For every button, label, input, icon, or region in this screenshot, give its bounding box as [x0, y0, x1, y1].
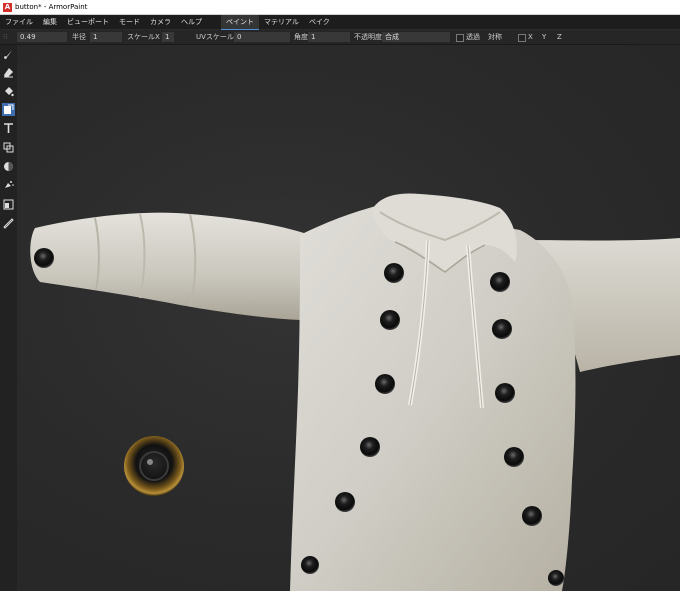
angle-label: 角度: [294, 33, 308, 41]
sleeve-button[interactable]: [34, 248, 54, 268]
viewport-3d[interactable]: [17, 45, 680, 591]
coat-button[interactable]: [490, 272, 510, 292]
bake-icon[interactable]: [2, 198, 15, 211]
coat-button[interactable]: [504, 447, 524, 467]
tab-bake[interactable]: ベイク: [304, 15, 335, 29]
hardness-field[interactable]: 0.49: [17, 32, 67, 42]
radius-field[interactable]: 1: [90, 32, 122, 42]
radius-label: 半径: [72, 33, 86, 41]
hoodie-model: [30, 193, 680, 591]
eraser-icon[interactable]: [2, 66, 15, 79]
transparent-label: 透過: [466, 33, 480, 41]
tab-material[interactable]: マテリアル: [259, 15, 304, 29]
coat-button[interactable]: [495, 383, 515, 403]
symmetry-y-label: Y: [542, 33, 547, 41]
text-icon[interactable]: [2, 122, 15, 135]
window-title: button* - ArmorPaint: [15, 3, 88, 11]
torso: [290, 205, 576, 591]
decal-preview-button: [124, 436, 184, 496]
tool-bar: [0, 45, 17, 591]
coat-button[interactable]: [384, 263, 404, 283]
menu-camera[interactable]: カメラ: [145, 17, 176, 27]
coat-button[interactable]: [335, 492, 355, 512]
symmetry-x-checkbox[interactable]: [518, 34, 526, 42]
coat-button[interactable]: [522, 506, 542, 526]
menu-edit[interactable]: 編集: [38, 17, 62, 27]
scale-x-label: スケールX: [127, 33, 160, 41]
menu-viewport[interactable]: ビューポート: [62, 17, 114, 27]
decal-icon[interactable]: [2, 103, 15, 116]
coat-button[interactable]: [492, 319, 512, 339]
fill-icon[interactable]: [2, 85, 15, 98]
coat-button[interactable]: [548, 570, 564, 586]
blend-mode-select[interactable]: 合成: [382, 32, 450, 42]
uv-scale-label: UVスケール: [196, 33, 234, 41]
coat-button[interactable]: [360, 437, 380, 457]
clone-icon[interactable]: [2, 141, 15, 154]
coat-button[interactable]: [301, 556, 319, 574]
menu-bar: ファイル 編集 ビューポート モード カメラ ヘルプ ペイント マテリアル ベイ…: [0, 14, 680, 30]
brush-icon[interactable]: [2, 48, 15, 61]
transparent-checkbox[interactable]: [456, 34, 464, 42]
angle-field[interactable]: 1: [308, 32, 350, 42]
particle-icon[interactable]: [2, 179, 15, 192]
tool-options-bar: ⁝⁝ 0.49 半径 1 スケールX 1 UVスケール 0 角度 1 不透明度 …: [0, 30, 680, 45]
tab-paint[interactable]: ペイント: [221, 14, 259, 30]
menu-mode[interactable]: モード: [114, 17, 145, 27]
picker-icon[interactable]: [2, 217, 15, 230]
symmetry-label: 対称: [488, 33, 502, 41]
uv-scale-field[interactable]: 0: [234, 32, 290, 42]
symmetry-z-label: Z: [557, 33, 562, 41]
coat-button[interactable]: [375, 374, 395, 394]
symmetry-x-label: X: [528, 33, 533, 41]
coat-button[interactable]: [380, 310, 400, 330]
left-sleeve: [30, 212, 310, 320]
title-bar: A button* - ArmorPaint: [0, 0, 680, 15]
menu-help[interactable]: ヘルプ: [176, 17, 207, 27]
grip-icon: ⁝⁝: [3, 33, 8, 41]
blur-icon[interactable]: [2, 160, 15, 173]
menu-file[interactable]: ファイル: [0, 17, 38, 27]
opacity-label: 不透明度: [354, 33, 382, 41]
scale-x-field[interactable]: 1: [162, 32, 174, 42]
app-logo-icon: A: [3, 2, 12, 12]
